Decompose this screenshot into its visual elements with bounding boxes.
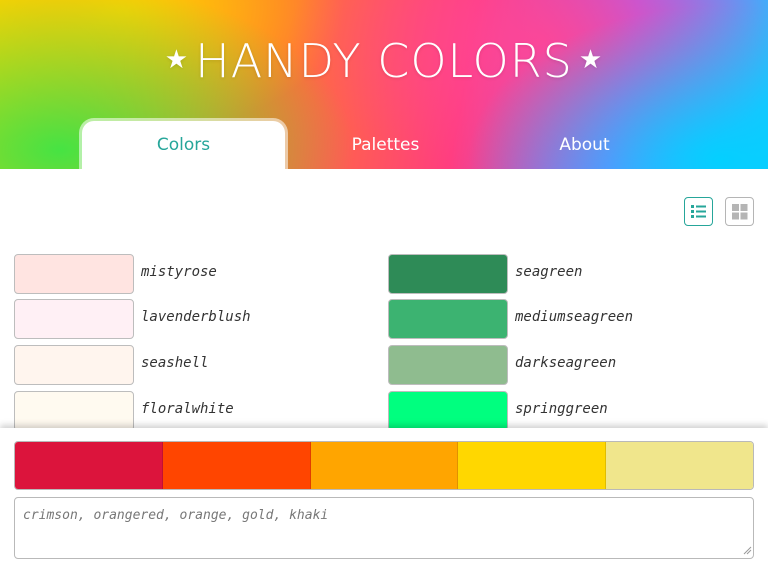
palette-swatch-khaki[interactable]: [606, 442, 753, 489]
tab-colors[interactable]: Colors: [82, 121, 285, 169]
color-swatch[interactable]: [14, 345, 134, 385]
color-name: seashell: [141, 355, 209, 371]
list-view-button[interactable]: [684, 197, 713, 226]
color-name: darkseagreen: [515, 355, 617, 371]
color-swatch[interactable]: [14, 254, 134, 294]
palette-swatch-gold[interactable]: [458, 442, 607, 489]
resize-grip-icon[interactable]: [743, 546, 752, 555]
list-view-icon: [691, 205, 706, 218]
color-name: seagreen: [515, 264, 583, 280]
color-swatch[interactable]: [388, 254, 508, 294]
palette-swatch-orangered[interactable]: [162, 442, 311, 489]
color-swatch[interactable]: [388, 345, 508, 385]
color-item-mediumseagreen[interactable]: mediumseagreen: [388, 299, 748, 339]
grid-view-icon: [732, 204, 748, 220]
palette-textarea[interactable]: crimson, orangered, orange, gold, khaki: [14, 497, 754, 559]
app-title-text: HANDY COLORS: [195, 34, 573, 88]
color-swatch[interactable]: [388, 299, 508, 339]
color-name: mediumseagreen: [515, 309, 634, 325]
color-item-seashell[interactable]: seashell: [14, 345, 374, 385]
palette-panel: crimson, orangered, orange, gold, khaki: [0, 428, 768, 581]
app-title: ★ HANDY COLORS ★: [0, 34, 768, 88]
star-icon: ★: [164, 45, 190, 75]
grid-view-button[interactable]: [725, 197, 754, 226]
color-item-floralwhite[interactable]: floralwhite: [14, 391, 374, 431]
color-item-lavenderblush[interactable]: lavenderblush: [14, 299, 374, 339]
color-swatch[interactable]: [388, 391, 508, 431]
color-swatch[interactable]: [14, 391, 134, 431]
header-banner: ★ HANDY COLORS ★ Colors Palettes About: [0, 0, 768, 169]
color-item-mistyrose[interactable]: mistyrose: [14, 254, 374, 294]
palette-swatch-orange[interactable]: [310, 442, 459, 489]
color-item-seagreen[interactable]: seagreen: [388, 254, 748, 294]
color-name: mistyrose: [141, 264, 217, 280]
color-swatch[interactable]: [14, 299, 134, 339]
star-icon: ★: [578, 45, 604, 75]
color-item-springgreen[interactable]: springgreen: [388, 391, 748, 431]
tab-palettes[interactable]: Palettes: [284, 121, 487, 169]
color-name: springgreen: [515, 401, 608, 417]
color-item-darkseagreen[interactable]: darkseagreen: [388, 345, 748, 385]
color-name: floralwhite: [141, 401, 234, 417]
palette-bar: [14, 441, 754, 490]
palette-swatch-crimson[interactable]: [15, 442, 163, 489]
color-name: lavenderblush: [141, 309, 251, 325]
tab-about[interactable]: About: [483, 121, 686, 169]
